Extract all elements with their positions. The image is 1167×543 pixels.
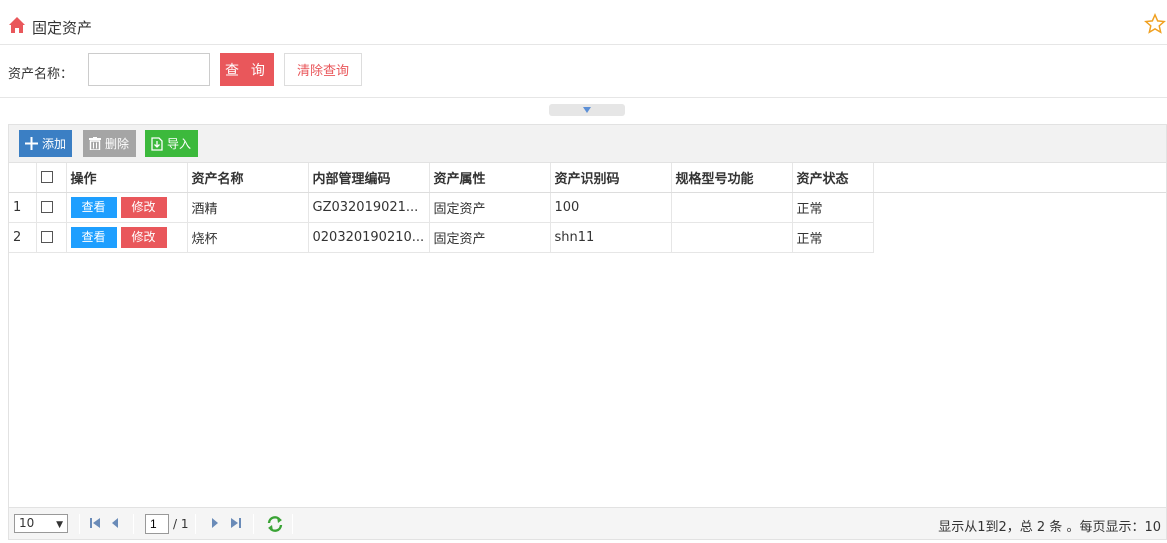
column-header-asset-attribute[interactable]: 资产属性	[429, 163, 551, 193]
page-title: 固定资产	[32, 19, 93, 37]
first-page-icon[interactable]	[89, 517, 101, 529]
edit-button[interactable]: 修改	[120, 226, 167, 248]
delete-button-label: 删除	[105, 137, 130, 151]
asset-id-code-cell: shn11	[550, 222, 672, 253]
asset-name-cell: 酒精	[187, 192, 309, 223]
table-row[interactable]: 2 查看 修改 烧杯 020320190210... 固定资产 shn11 正常	[9, 222, 874, 253]
pager-info: 显示从1到2，总 2 条 。每页显示：10	[938, 520, 1161, 535]
triangle-down-icon	[583, 107, 591, 113]
view-button[interactable]: 查看	[70, 226, 117, 248]
row-actions: 查看 修改	[66, 192, 188, 223]
asset-table: 操作 资产名称 内部管理编码 资产属性 资产识别码 规格型号功能 资产状态 1 …	[9, 163, 874, 253]
total-pages: / 1	[173, 517, 189, 531]
asset-status-cell: 正常	[792, 222, 874, 253]
spec-model-cell	[671, 222, 793, 253]
add-button[interactable]: 添加	[19, 130, 72, 157]
query-button[interactable]: 查 询	[220, 53, 274, 86]
trash-icon	[89, 137, 101, 150]
add-button-label: 添加	[42, 137, 67, 151]
row-number: 2	[9, 222, 37, 253]
grid-toolbar: 添加 删除 导入	[9, 125, 1166, 163]
import-icon	[151, 136, 163, 151]
column-header-internal-code[interactable]: 内部管理编码	[308, 163, 430, 193]
column-header-action: 操作	[66, 163, 188, 193]
dropdown-arrow-icon: ▼	[56, 520, 63, 530]
pager-separator	[253, 514, 254, 534]
table-row[interactable]: 1 查看 修改 酒精 GZ032019021... 固定资产 100 正常	[9, 192, 874, 223]
spec-model-cell	[671, 192, 793, 223]
next-page-icon[interactable]	[210, 517, 220, 529]
asset-attribute-cell: 固定资产	[429, 192, 551, 223]
row-checkbox[interactable]	[36, 222, 67, 253]
pager-separator	[79, 514, 80, 534]
select-all-checkbox[interactable]	[36, 163, 67, 193]
import-button[interactable]: 导入	[145, 130, 198, 157]
table-header-row: 操作 资产名称 内部管理编码 资产属性 资产识别码 规格型号功能 资产状态	[9, 163, 874, 193]
prev-page-icon[interactable]	[110, 517, 120, 529]
asset-grid: 添加 删除 导入 操作 资产名称 内部管理编码 资产属性 资产识别码 规格型号功…	[8, 124, 1167, 540]
internal-code-cell: GZ032019021...	[308, 192, 430, 223]
row-checkbox[interactable]	[36, 192, 67, 223]
view-button[interactable]: 查看	[70, 196, 117, 218]
internal-code-cell: 020320190210...	[308, 222, 430, 253]
star-icon[interactable]	[1144, 13, 1166, 35]
rownum-header	[9, 163, 37, 193]
pager-separator	[195, 514, 196, 534]
page-size-value: 10	[19, 516, 35, 530]
plus-icon	[25, 137, 38, 150]
search-bar: 资产名称： 查 询 清除查询	[0, 46, 1167, 98]
column-header-asset-status[interactable]: 资产状态	[792, 163, 874, 193]
asset-attribute-cell: 固定资产	[429, 222, 551, 253]
asset-name-cell: 烧杯	[187, 222, 309, 253]
pager-bar: 10 ▼ / 1 显示从1到2，总 2 条 。每页显示：10	[9, 507, 1166, 539]
column-header-asset-id-code[interactable]: 资产识别码	[550, 163, 672, 193]
refresh-icon[interactable]	[266, 515, 284, 533]
clear-query-button[interactable]: 清除查询	[284, 53, 362, 86]
page-size-select[interactable]: 10 ▼	[14, 514, 68, 533]
row-number: 1	[9, 192, 37, 223]
asset-id-code-cell: 100	[550, 192, 672, 223]
delete-button[interactable]: 删除	[83, 130, 136, 157]
asset-name-label: 资产名称：	[8, 67, 74, 82]
home-icon[interactable]	[8, 16, 26, 34]
last-page-icon[interactable]	[230, 517, 242, 529]
pager-separator	[292, 514, 293, 534]
column-header-asset-name[interactable]: 资产名称	[187, 163, 309, 193]
asset-status-cell: 正常	[792, 192, 874, 223]
current-page-input[interactable]	[145, 514, 169, 534]
import-button-label: 导入	[167, 137, 192, 151]
header-filler	[873, 163, 1166, 193]
edit-button[interactable]: 修改	[120, 196, 167, 218]
asset-name-input[interactable]	[88, 53, 210, 86]
pager-separator	[133, 514, 134, 534]
collapse-search-toggle[interactable]	[549, 104, 625, 116]
column-header-spec-model[interactable]: 规格型号功能	[671, 163, 793, 193]
row-actions: 查看 修改	[66, 222, 188, 253]
title-bar: 固定资产	[0, 0, 1167, 45]
